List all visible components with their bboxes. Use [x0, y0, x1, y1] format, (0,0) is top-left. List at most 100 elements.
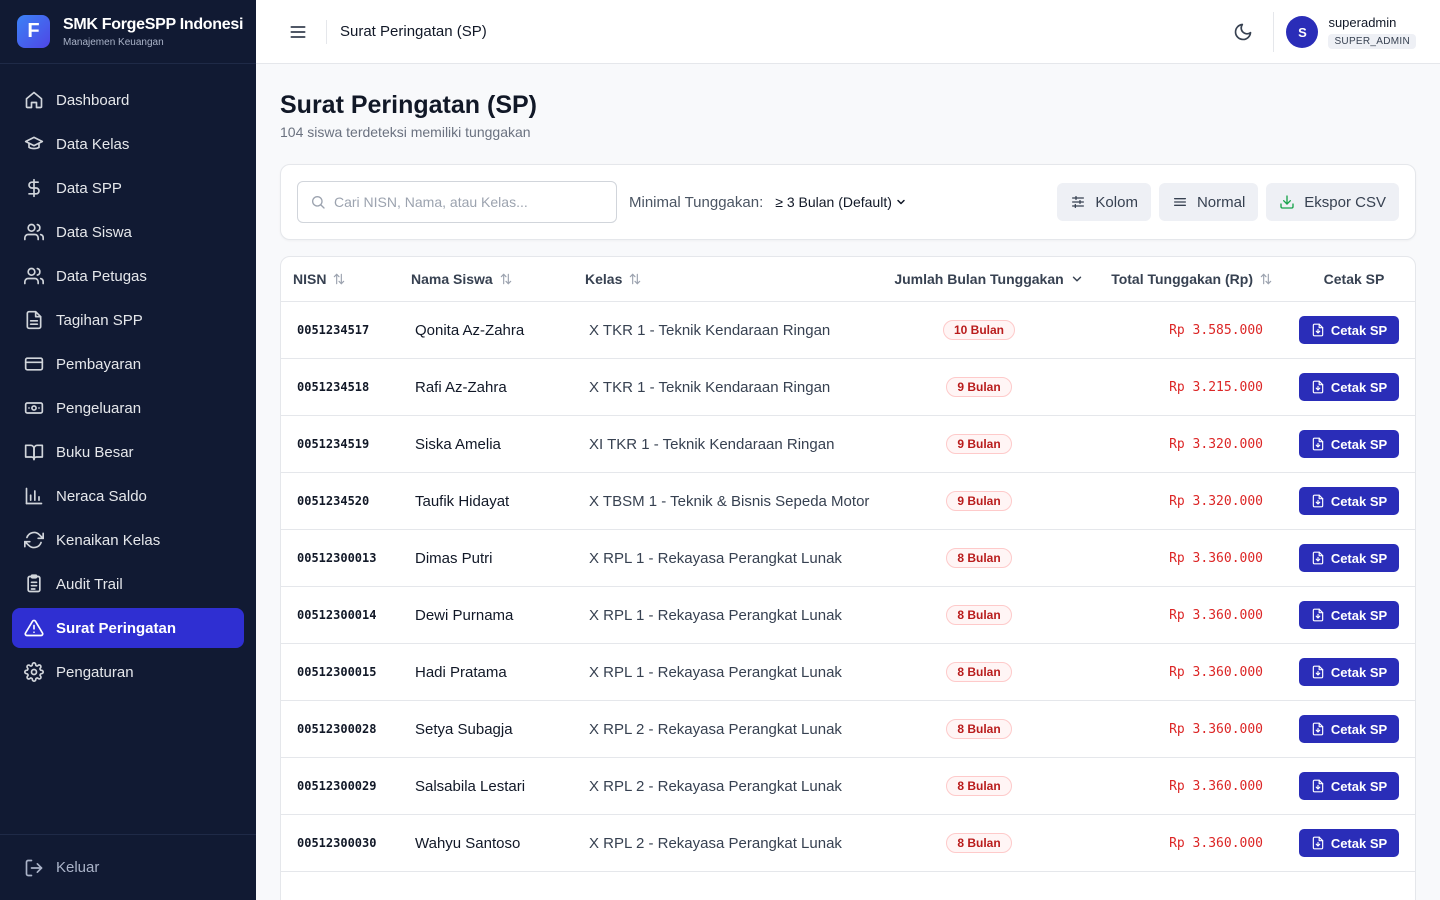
cetak-sp-label: Cetak SP — [1330, 778, 1388, 794]
chevron-down-icon — [1072, 276, 1081, 282]
header-nama-label: Nama Siswa — [411, 271, 493, 287]
search-input[interactable] — [334, 194, 604, 210]
sidebar-item-pembayaran[interactable]: Pembayaran — [12, 344, 244, 384]
sidebar-item-label: Dashboard — [56, 91, 130, 109]
download-icon — [1280, 195, 1294, 209]
cell-bulan: 9 Bulan — [873, 377, 1085, 397]
cell-kelas: X TKR 1 - Teknik Kendaraan Ringan — [589, 321, 831, 339]
cetak-sp-button[interactable]: Cetak SP — [1298, 658, 1400, 686]
cell-nama: Qonita Az-Zahra — [415, 321, 525, 339]
cell-nama: Dimas Putri — [415, 549, 493, 567]
cetak-sp-button[interactable]: Cetak SP — [1298, 316, 1400, 344]
cetak-sp-label: Cetak SP — [1330, 835, 1388, 851]
cetak-sp-label: Cetak SP — [1330, 664, 1388, 680]
cell-nama: Siska Amelia — [415, 435, 501, 453]
table-body: 0051234517 Qonita Az-Zahra X TKR 1 - Tekni… — [281, 302, 1415, 872]
tunggakan-badge: 8 Bulan — [946, 719, 1012, 739]
kolom-button[interactable]: Kolom — [1057, 183, 1151, 221]
cell-bulan: 9 Bulan — [873, 491, 1085, 511]
cetak-sp-button[interactable]: Cetak SP — [1298, 829, 1400, 857]
header-nisn[interactable]: NISN — [281, 271, 399, 287]
cell-kelas: XI TKR 1 - Teknik Kendaraan Ringan — [589, 435, 835, 453]
sidebar-item-pengeluaran[interactable]: Pengeluaran — [12, 388, 244, 428]
cetak-sp-button[interactable]: Cetak SP — [1298, 772, 1400, 800]
user-name: superadmin — [1328, 15, 1397, 30]
sidebar-item-label: Neraca Saldo — [56, 487, 147, 505]
cetak-sp-button[interactable]: Cetak SP — [1298, 544, 1400, 572]
sidebar-item-label: Pembayaran — [56, 355, 142, 373]
min-tunggakan-select[interactable]: ≥ 3 Bulan (Default) — [775, 194, 907, 210]
sort-icon — [1260, 273, 1272, 285]
file-download-icon — [1312, 608, 1324, 622]
cell-total: Rp 3.320.000 — [1169, 436, 1263, 452]
moon-icon[interactable] — [1233, 22, 1253, 42]
sort-icon — [500, 273, 511, 285]
cetak-sp-button[interactable]: Cetak SP — [1298, 373, 1400, 401]
menu-icon[interactable] — [288, 22, 308, 42]
cetak-sp-button[interactable]: Cetak SP — [1298, 715, 1400, 743]
cell-nisn: 0051234519 — [297, 437, 370, 451]
header-kelas[interactable]: Kelas — [573, 271, 873, 287]
sidebar-item-label: Pengeluaran — [56, 399, 142, 417]
sidebar-item-data-kelas[interactable]: Data Kelas — [12, 124, 244, 164]
main-content: Surat Peringatan (SP) 104 siswa terdetek… — [280, 64, 1416, 900]
search-box[interactable] — [297, 181, 617, 223]
sidebar-item-surat-peringatan[interactable]: Surat Peringatan — [12, 608, 244, 648]
header-total[interactable]: Total Tunggakan (Rp) — [1095, 271, 1273, 287]
cell-bulan: 8 Bulan — [873, 662, 1085, 682]
export-csv-button[interactable]: Ekspor CSV — [1266, 183, 1399, 221]
cetak-sp-button[interactable]: Cetak SP — [1298, 487, 1400, 515]
file-download-icon — [1312, 722, 1324, 736]
logo-letter: F — [27, 20, 40, 42]
cell-total: Rp 3.360.000 — [1169, 607, 1263, 623]
sidebar-item-label: Buku Besar — [56, 443, 134, 461]
cell-cetak: Cetak SP — [1263, 316, 1415, 344]
sidebar-item-audit-trail[interactable]: Audit Trail — [12, 564, 244, 604]
min-tunggakan-value: ≥ 3 Bulan (Default) — [775, 194, 892, 210]
cetak-sp-button[interactable]: Cetak SP — [1298, 430, 1400, 458]
cell-nama: Taufik Hidayat — [415, 492, 510, 510]
header-bulan[interactable]: Jumlah Bulan Tunggakan — [873, 271, 1095, 287]
cell-kelas: X RPL 2 - Rekayasa Perangkat Lunak — [589, 834, 842, 852]
sort-icon — [334, 273, 345, 285]
cell-cetak: Cetak SP — [1263, 430, 1415, 458]
cetak-sp-label: Cetak SP — [1330, 322, 1388, 338]
cell-cetak: Cetak SP — [1263, 373, 1415, 401]
sidebar-item-data-petugas[interactable]: Data Petugas — [12, 256, 244, 296]
cell-cetak: Cetak SP — [1263, 601, 1415, 629]
sliders-icon — [1072, 196, 1085, 208]
cell-cetak: Cetak SP — [1263, 772, 1415, 800]
header-nama[interactable]: Nama Siswa — [399, 271, 573, 287]
file-download-icon — [1312, 836, 1324, 850]
tunggakan-badge: 10 Bulan — [942, 320, 1015, 340]
sidebar-item-dashboard[interactable]: Dashboard — [12, 80, 244, 120]
users-icon — [24, 267, 44, 285]
topbar: Surat Peringatan (SP) S superadmin SUPER… — [256, 0, 1440, 64]
cell-total: Rp 3.360.000 — [1169, 835, 1263, 851]
sidebar-item-label: Data Siswa — [56, 223, 132, 241]
sidebar-item-tagihan-spp[interactable]: Tagihan SPP — [12, 300, 244, 340]
sidebar-item-data-siswa[interactable]: Data Siswa — [12, 212, 244, 252]
alert-triangle-icon — [24, 619, 44, 637]
cetak-sp-label: Cetak SP — [1330, 493, 1388, 509]
cetak-sp-button[interactable]: Cetak SP — [1298, 601, 1400, 629]
sidebar-item-neraca-saldo[interactable]: Neraca Saldo — [12, 476, 244, 516]
chevron-down-icon — [897, 199, 905, 205]
table-header: NISN Nama Siswa Kelas Jumlah Bulan Tungg… — [281, 257, 1415, 302]
sidebar-item-kenaikan-kelas[interactable]: Kenaikan Kelas — [12, 520, 244, 560]
cell-total: Rp 3.585.000 — [1169, 322, 1263, 338]
logout-button[interactable]: Keluar — [0, 834, 256, 900]
topbar-title: Surat Peringatan (SP) — [340, 23, 487, 40]
home-icon — [25, 91, 43, 109]
cell-bulan: 8 Bulan — [873, 833, 1085, 853]
cetak-sp-label: Cetak SP — [1330, 550, 1388, 566]
sidebar-item-data-spp[interactable]: Data SPP — [12, 168, 244, 208]
cell-kelas: X RPL 1 - Rekayasa Perangkat Lunak — [589, 549, 842, 567]
topbar-divider-right — [1273, 12, 1275, 52]
sidebar-item-buku-besar[interactable]: Buku Besar — [12, 432, 244, 472]
cell-nisn: 00512300013 — [297, 551, 377, 565]
cell-nisn: 00512300030 — [297, 836, 377, 850]
density-button[interactable]: Normal — [1158, 183, 1259, 221]
sidebar-item-pengaturan[interactable]: Pengaturan — [12, 652, 244, 692]
avatar[interactable]: S — [1286, 16, 1319, 48]
